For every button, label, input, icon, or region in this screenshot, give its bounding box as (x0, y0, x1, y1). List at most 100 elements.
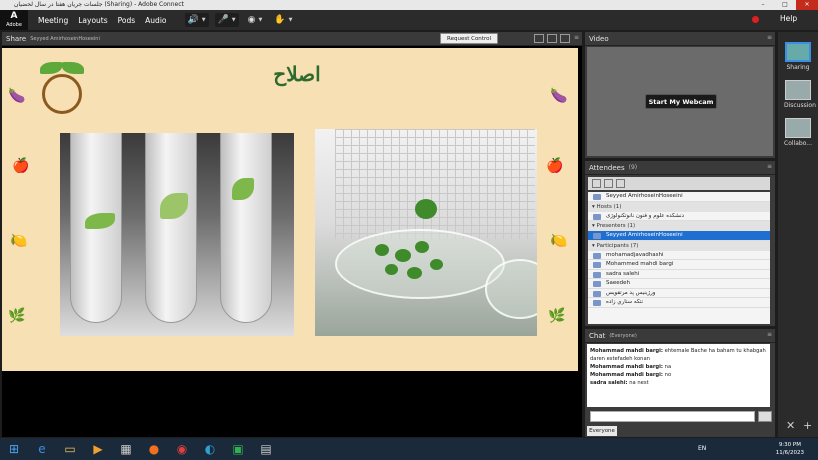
layout-thumbnail (785, 80, 811, 100)
user-icon (593, 300, 601, 306)
chat-message: Mohammad mahdi bargi: ehtemale Bache ha … (590, 348, 766, 362)
share-pod-header: Share Seyyed AmirhoseinHoseeini Request … (2, 32, 582, 46)
list-item[interactable]: نتكه ستاري زاده (588, 298, 770, 308)
pod-menu-icon[interactable]: ≡ (767, 34, 772, 41)
request-control-button[interactable]: Request Control (440, 33, 498, 44)
media-player-icon[interactable]: ▶ (84, 438, 112, 460)
status-view-icon[interactable] (616, 179, 625, 188)
microphone-button[interactable]: 🎤 ▼ (214, 13, 239, 27)
view-mode-icon[interactable] (534, 34, 544, 43)
maximize-button[interactable]: □ (774, 0, 796, 10)
add-layout-icon[interactable]: + (803, 419, 812, 432)
attendee-count: (9) (628, 164, 638, 171)
chat-input[interactable] (590, 411, 755, 422)
user-icon (593, 252, 601, 259)
chat-message: sadra salehi: na nest (590, 380, 649, 386)
start-icon[interactable]: ⊞ (0, 438, 28, 460)
slide-title: اصلاح (273, 62, 321, 86)
participants-section[interactable]: ▾ Participants (7) (588, 240, 770, 251)
list-view-icon[interactable] (592, 179, 601, 188)
excel-icon[interactable]: ▣ (224, 438, 252, 460)
attendees-title: Attendees (589, 163, 625, 172)
firefox-icon[interactable]: ● (140, 438, 168, 460)
chat-messages: Mohammad mahdi bargi: ehtemale Bache ha … (587, 344, 770, 407)
window-title: جلسات جريان هفتا در سال لحضيان (Sharing)… (14, 1, 184, 8)
fullscreen-icon[interactable] (560, 34, 570, 43)
leaf-doodle-icon: 🌿 (548, 308, 566, 324)
system-clock[interactable]: 9:30 PM 11/6/2023 (776, 441, 804, 457)
layout-discussion[interactable]: Discussion (784, 80, 816, 109)
file-explorer-icon[interactable]: ▭ (56, 438, 84, 460)
speaker-button[interactable]: 🔊 ▼ (184, 13, 209, 27)
close-layouts-icon[interactable]: ✕ (786, 419, 795, 432)
share-pod-title: Share (6, 34, 27, 43)
chevron-down-icon: ▼ (288, 17, 293, 23)
chat-pod-header: Chat (Everyone) ≡ (585, 329, 775, 343)
layouts-bar: Sharing Discussion Collabo... ✕ + (778, 32, 818, 437)
attendee-toolbar (588, 177, 770, 190)
list-item[interactable]: mohamadjavadhashi (588, 251, 770, 260)
pod-menu-icon[interactable]: ≡ (574, 34, 579, 41)
menu-meeting[interactable]: Meeting (38, 16, 68, 25)
menu-pods[interactable]: Pods (118, 16, 136, 25)
grid-view-icon[interactable] (604, 179, 613, 188)
raise-hand-icon: ✋ (274, 15, 286, 25)
window-title-bar: جلسات جريان هفتا در سال لحضيان (Sharing)… (0, 0, 818, 10)
presenters-section[interactable]: ▾ Presenters (1) (588, 221, 770, 231)
microphone-icon: 🎤 (217, 15, 229, 25)
slide-logo (36, 58, 92, 120)
windows-taskbar: ⊞ e ▭ ▶ ▦ ● ◉ ◐ ▣ ▤ EN 9:30 PM 11/6/2023 (0, 438, 818, 460)
close-button[interactable]: ✕ (796, 0, 818, 10)
hosts-section[interactable]: ▾ Hosts (1) (588, 201, 770, 212)
attendee-list: Seyyed AmirhoseinHoseeini ▾ Hosts (1) دن… (588, 192, 770, 324)
user-icon (593, 271, 601, 278)
lemon-doodle-icon: 🍋 (550, 233, 568, 249)
video-pod-header: Video ≡ (585, 32, 775, 46)
chevron-down-icon: ▼ (258, 17, 263, 23)
video-pod-title: Video (589, 34, 609, 43)
apple-doodle-icon: 🍎 (546, 158, 564, 174)
fit-icon[interactable] (547, 34, 557, 43)
recording-indicator (752, 16, 759, 23)
user-icon (593, 233, 601, 239)
chat-tab-everyone[interactable]: Everyone (587, 426, 617, 436)
send-message-button[interactable] (758, 411, 772, 422)
video-app-icon[interactable]: ▦ (112, 438, 140, 460)
chevron-down-icon: ▼ (201, 17, 206, 23)
eggplant-doodle-icon: 🍆 (8, 88, 26, 104)
share-presenter-name: Seyyed AmirhoseinHoseeini (30, 35, 100, 42)
apple-doodle-icon: 🍎 (12, 158, 30, 174)
adobe-connect-taskbar-icon[interactable]: ▤ (252, 438, 280, 460)
minimize-button[interactable]: – (752, 0, 774, 10)
edge-icon[interactable]: ◐ (196, 438, 224, 460)
adobe-logo: A Adobe (0, 10, 28, 30)
webcam-button[interactable]: ◉ ▼ (245, 13, 266, 27)
list-item[interactable]: Seyyed AmirhoseinHoseeini (588, 231, 770, 241)
user-icon (593, 213, 601, 220)
menu-audio[interactable]: Audio (145, 16, 166, 25)
pod-menu-icon[interactable]: ≡ (767, 163, 772, 170)
attendees-pod-header: Attendees (9) ≡ (585, 161, 775, 175)
internet-explorer-icon[interactable]: e (28, 438, 56, 460)
chrome-icon[interactable]: ◉ (168, 438, 196, 460)
layout-sharing[interactable]: Sharing (784, 42, 812, 71)
user-icon (593, 262, 601, 268)
menu-layouts[interactable]: Layouts (78, 16, 107, 25)
status-button[interactable]: ✋ ▼ (271, 13, 295, 27)
layout-collaboration[interactable]: Collabo... (784, 118, 812, 147)
list-item[interactable]: دنشكده علوم و فنون نانوتكنولوژی (588, 212, 770, 221)
speaker-icon: 🔊 (187, 15, 199, 25)
layout-thumbnail (785, 42, 811, 62)
list-item[interactable]: sadra salehi (588, 270, 770, 279)
language-indicator[interactable]: EN (698, 445, 706, 452)
user-icon (593, 281, 601, 287)
list-item[interactable]: Saeedeh (588, 279, 770, 289)
list-item[interactable]: Mohammed mahdi bargi (588, 260, 770, 270)
list-item[interactable]: ورژینیس پد مرتقویس (588, 289, 770, 298)
my-attendee-row[interactable]: Seyyed AmirhoseinHoseeini (588, 192, 770, 202)
plantlets-in-petri-dish-image (315, 129, 537, 336)
pod-menu-icon[interactable]: ≡ (767, 331, 772, 338)
help-menu[interactable]: Help (780, 14, 797, 23)
start-webcam-button[interactable]: Start My Webcam (645, 94, 717, 109)
plantlets-in-tubes-image (60, 133, 294, 336)
